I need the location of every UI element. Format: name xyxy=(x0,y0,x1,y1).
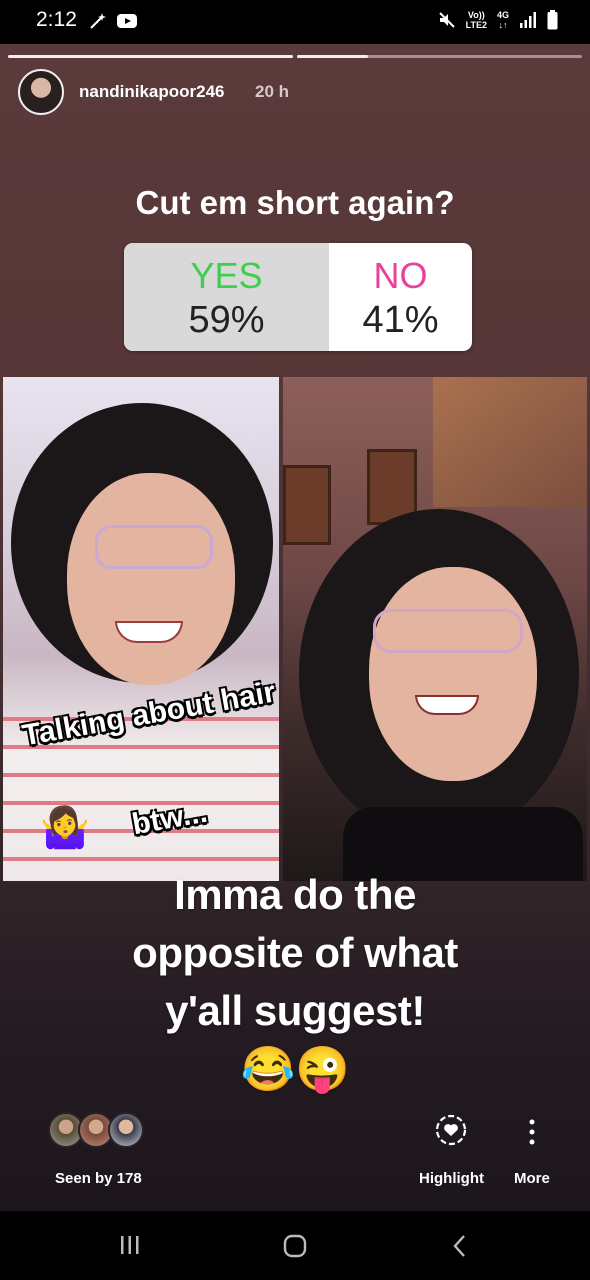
mute-icon xyxy=(438,12,455,28)
volte-label: Vo)) xyxy=(467,10,485,20)
photo-long-hair xyxy=(283,377,587,881)
seen-by-count[interactable]: Seen by 178 xyxy=(55,1170,142,1187)
recents-icon[interactable] xyxy=(118,1233,142,1257)
network-label: Vo)) LTE2 xyxy=(466,10,487,30)
caption-line-2: opposite of what xyxy=(132,929,458,976)
poll-sticker[interactable]: YES 59% NO 41% xyxy=(124,243,472,351)
data-arrows-icon: ↓↑ xyxy=(498,20,508,30)
caption-emojis: 😂😜 xyxy=(240,1045,350,1094)
viewer-avatar[interactable] xyxy=(108,1112,144,1148)
magic-wand-icon xyxy=(90,13,106,29)
highlight-label[interactable]: Highlight xyxy=(419,1170,484,1187)
username[interactable]: nandinikapoor246 xyxy=(79,82,224,102)
caption-line-3: y'all suggest! xyxy=(165,987,425,1034)
photo-collage xyxy=(3,377,587,881)
status-icons-left xyxy=(88,11,138,31)
home-icon[interactable] xyxy=(282,1233,308,1259)
story-view[interactable]: nandinikapoor246 20 h Cut em short again… xyxy=(0,44,590,1211)
signal-icon xyxy=(520,12,536,28)
poll-option-yes[interactable]: YES 59% xyxy=(124,243,329,351)
highlight-heart-icon[interactable] xyxy=(434,1113,468,1147)
poll-question: Cut em short again? xyxy=(135,184,455,221)
caption-line-1: Imma do the xyxy=(174,871,416,918)
poll-option-no[interactable]: NO 41% xyxy=(329,243,472,351)
avatar[interactable] xyxy=(18,69,64,115)
lte-label: LTE2 xyxy=(465,20,487,30)
poll-option-yes-label: YES xyxy=(190,255,263,296)
time-ago: 20 h xyxy=(255,82,290,101)
viewer-avatars[interactable] xyxy=(48,1112,144,1148)
battery-icon xyxy=(547,10,558,30)
story-progress-fill xyxy=(297,55,368,58)
status-icons-right: Vo)) LTE2 4G ↓↑ xyxy=(438,10,558,30)
poll-option-no-label: NO xyxy=(373,255,428,296)
more-vertical-icon[interactable] xyxy=(528,1119,536,1145)
story-progress-segment-1 xyxy=(8,55,293,58)
youtube-icon xyxy=(117,14,137,28)
network-gen-label: 4G xyxy=(496,10,509,20)
status-time: 2:12 xyxy=(36,8,77,31)
status-bar: 2:12 Vo)) LTE2 4G ↓↑ xyxy=(0,0,590,44)
shrug-emoji-icon: 🤷‍♀️ xyxy=(40,806,90,850)
more-label[interactable]: More xyxy=(514,1170,550,1187)
story-caption: Imma do the opposite of what y'all sugge… xyxy=(0,866,590,1100)
network-gen: 4G ↓↑ xyxy=(497,10,509,30)
system-nav-bar xyxy=(0,1211,590,1280)
back-icon[interactable] xyxy=(450,1233,470,1259)
poll-option-yes-percent: 59% xyxy=(188,299,265,341)
story-progress-segment-2 xyxy=(297,55,582,58)
poll-option-no-percent: 41% xyxy=(362,299,439,341)
